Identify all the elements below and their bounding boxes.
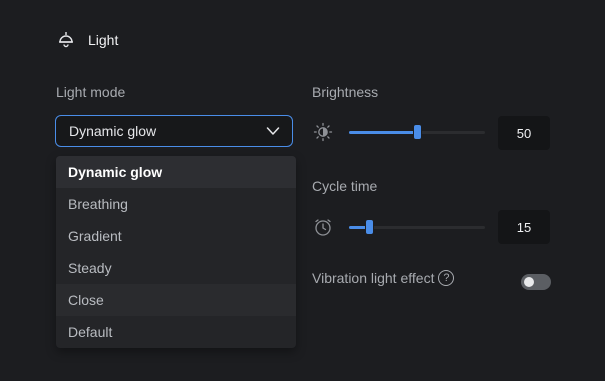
toggle-knob [524, 277, 534, 287]
section-title: Light [88, 32, 119, 48]
menu-item-close[interactable]: Close [56, 284, 296, 316]
timer-icon [313, 217, 333, 237]
vibration-light-effect-label: Vibration light effect [312, 270, 435, 286]
ceiling-lamp-icon [56, 30, 76, 50]
brightness-label: Brightness [312, 84, 379, 100]
light-settings-panel: Light Light mode Dynamic glow Dynamic gl… [0, 0, 605, 381]
vibration-light-effect-row: Vibration light effect ? [312, 270, 455, 286]
cycle-time-label: Cycle time [312, 178, 378, 194]
brightness-slider-fill [349, 131, 417, 134]
menu-item-dynamic-glow[interactable]: Dynamic glow [56, 156, 296, 188]
cycle-time-value-field[interactable]: 15 [498, 210, 550, 244]
cycle-time-slider[interactable] [349, 220, 485, 234]
light-mode-dropdown[interactable]: Dynamic glow [55, 115, 293, 147]
brightness-slider-thumb[interactable] [414, 125, 421, 139]
brightness-slider[interactable] [349, 125, 485, 139]
cycle-time-slider-thumb[interactable] [366, 220, 373, 234]
help-icon[interactable]: ? [438, 270, 455, 286]
vibration-light-effect-toggle[interactable] [521, 274, 551, 290]
light-mode-menu: Dynamic glow Breathing Gradient Steady C… [56, 156, 296, 348]
menu-item-gradient[interactable]: Gradient [56, 220, 296, 252]
menu-item-default[interactable]: Default [56, 316, 296, 348]
brightness-icon [313, 122, 333, 142]
menu-item-steady[interactable]: Steady [56, 252, 296, 284]
light-mode-selected-value: Dynamic glow [69, 123, 157, 139]
section-header: Light [56, 28, 118, 52]
chevron-down-icon [266, 124, 280, 138]
menu-item-breathing[interactable]: Breathing [56, 188, 296, 220]
brightness-value-field[interactable]: 50 [498, 116, 550, 150]
light-mode-label: Light mode [56, 84, 126, 100]
